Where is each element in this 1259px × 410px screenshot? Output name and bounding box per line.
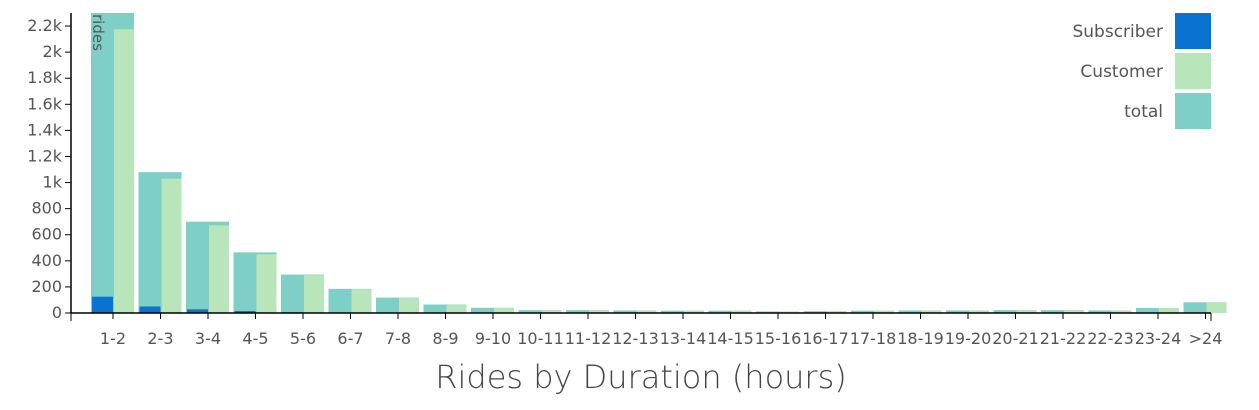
bar-customer bbox=[304, 275, 324, 313]
y-tick-label: 2k bbox=[43, 42, 63, 61]
y-tick-label: 2.2k bbox=[27, 16, 62, 35]
x-tick-label: 11-12 bbox=[565, 329, 612, 348]
chart-svg: 0 200 400 600 800 1k 1.2k 1.4k 1.6k 1.8k 2k 2.2k rid… bbox=[27, 13, 1227, 348]
legend-swatch bbox=[1175, 93, 1211, 129]
y-tick-label: 400 bbox=[31, 251, 62, 270]
bar-customer bbox=[1206, 302, 1227, 313]
y-tick-label: 200 bbox=[31, 277, 62, 296]
y-tick-label: 1.8k bbox=[27, 68, 62, 87]
x-tick-label: 6-7 bbox=[337, 329, 363, 348]
bar-customer bbox=[161, 178, 182, 313]
x-tick-label: 20-21 bbox=[992, 329, 1039, 348]
y-tick-label: 1.4k bbox=[27, 120, 62, 139]
bar-customer bbox=[114, 29, 134, 313]
x-axis-title: Rides by Duration (hours) bbox=[435, 358, 847, 396]
x-tick-label: 5-6 bbox=[290, 329, 316, 348]
bar-customer bbox=[351, 289, 372, 313]
x-tick-label: 23-24 bbox=[1135, 329, 1182, 348]
x-tick-label: 17-18 bbox=[850, 329, 897, 348]
y-tick-label: 800 bbox=[31, 199, 62, 218]
bars-layer bbox=[91, 13, 1227, 313]
x-tick-label: 4-5 bbox=[242, 329, 268, 348]
x-tick-label: 10-11 bbox=[517, 329, 564, 348]
x-tick-label: 19-20 bbox=[945, 329, 992, 348]
x-tick-label: >24 bbox=[1189, 329, 1223, 348]
bar-customer bbox=[446, 304, 467, 313]
x-tick-label: 14-15 bbox=[707, 329, 754, 348]
bar-subscriber bbox=[139, 306, 161, 313]
x-tick-label: 15-16 bbox=[755, 329, 802, 348]
x-tick-label: 12-13 bbox=[612, 329, 659, 348]
legend: Subscriber Customer total bbox=[1072, 13, 1211, 129]
y-tick-label: 1.2k bbox=[27, 146, 62, 165]
y-tick-label: 0 bbox=[52, 303, 62, 322]
bar-subscriber bbox=[92, 296, 113, 313]
y-tick-label: 1.6k bbox=[27, 94, 62, 113]
x-axis: 1-2 2-3 3-4 4-5 5-6 6-7 7-8 8-9 9-10 10-11 11-12 12… bbox=[70, 312, 1223, 348]
y-tick-label: 600 bbox=[31, 225, 62, 244]
x-tick-label: 1-2 bbox=[100, 329, 126, 348]
bar-customer bbox=[256, 254, 277, 313]
bar-customer bbox=[399, 297, 419, 313]
x-tick-label: 2-3 bbox=[147, 329, 173, 348]
x-tick-label: 16-17 bbox=[802, 329, 849, 348]
bar-customer bbox=[209, 225, 229, 313]
x-tick-label: 18-19 bbox=[897, 329, 944, 348]
x-tick-label: 22-23 bbox=[1087, 329, 1134, 348]
legend-label: Customer bbox=[1080, 62, 1163, 82]
x-tick-label: 13-14 bbox=[660, 329, 707, 348]
legend-swatch bbox=[1175, 53, 1211, 89]
legend-label: Subscriber bbox=[1072, 22, 1163, 42]
bar-customer bbox=[494, 307, 514, 313]
x-tick-label: 7-8 bbox=[385, 329, 411, 348]
x-tick-label: 9-10 bbox=[475, 329, 511, 348]
legend-label: total bbox=[1124, 102, 1163, 122]
legend-swatch bbox=[1175, 13, 1211, 49]
x-tick-label: 8-9 bbox=[432, 329, 458, 348]
y-tick-label: 1k bbox=[43, 173, 63, 192]
x-tick-label: 3-4 bbox=[195, 329, 221, 348]
y-axis-title: rides bbox=[89, 14, 107, 51]
x-tick-label: 21-22 bbox=[1040, 329, 1087, 348]
